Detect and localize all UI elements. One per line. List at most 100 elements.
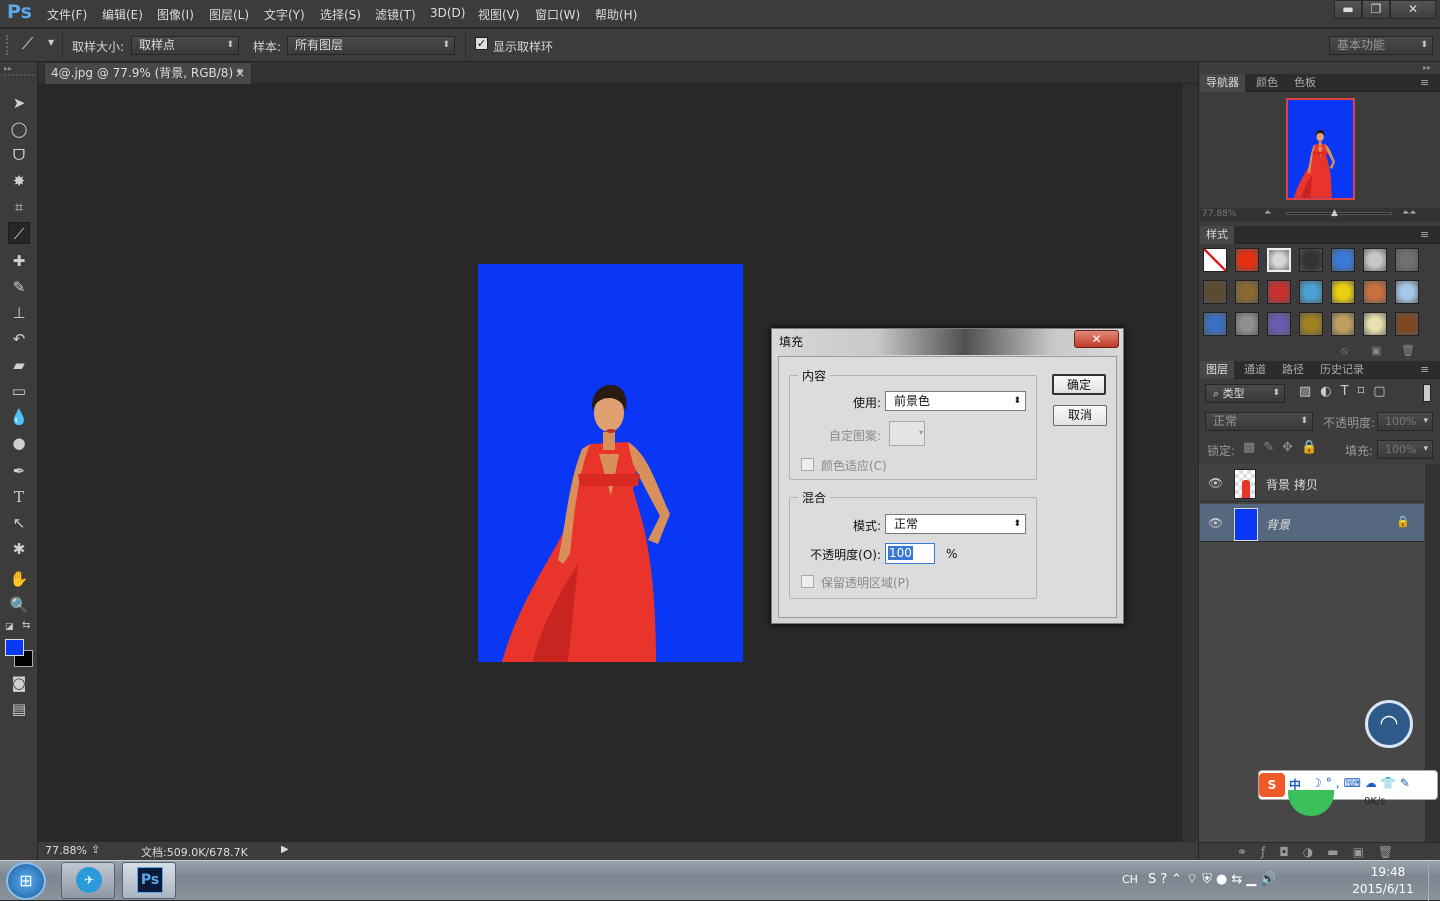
quick-mask-icon[interactable]: ◙ <box>8 672 30 694</box>
blur-tool-icon[interactable]: 💧 <box>8 406 30 428</box>
style-swatch[interactable] <box>1267 280 1291 304</box>
menu-edit[interactable]: 编辑(E) <box>102 6 143 23</box>
ime-toolbar[interactable]: S 中 ☽°,⌨☁👕✎ <box>1258 770 1438 800</box>
delete-style-icon[interactable]: 🗑 <box>1401 344 1415 357</box>
ok-button[interactable]: 确定 <box>1052 374 1106 395</box>
style-swatch[interactable] <box>1331 248 1355 272</box>
style-swatch[interactable] <box>1299 280 1323 304</box>
tab-color[interactable]: 颜色 <box>1250 74 1284 92</box>
menu-layer[interactable]: 图层(L) <box>209 6 249 23</box>
menu-filter[interactable]: 滤镜(T) <box>375 6 416 23</box>
tab-paths[interactable]: 路径 <box>1276 361 1310 379</box>
fill-input[interactable]: 100% ▾ <box>1377 440 1433 459</box>
style-swatch[interactable] <box>1331 280 1355 304</box>
wifi-assistant-icon[interactable]: ◠ <box>1365 700 1413 748</box>
tab-channels[interactable]: 通道 <box>1238 361 1272 379</box>
color-adapt-checkbox[interactable] <box>801 458 814 471</box>
minimize-button[interactable]: ▬ <box>1334 0 1362 19</box>
menu-view[interactable]: 视图(V) <box>478 6 520 23</box>
eyedropper-preset-icon[interactable]: ⟋ <box>22 34 33 54</box>
style-swatch[interactable] <box>1235 280 1259 304</box>
sample-size-select[interactable]: 取样点 ⬍ <box>131 36 239 55</box>
taskbar-photoshop[interactable]: Ps <box>122 862 176 899</box>
gradient-tool-icon[interactable]: ▭ <box>8 380 30 402</box>
collapse-icon[interactable]: ▸▸ <box>4 64 12 73</box>
style-swatch[interactable] <box>1395 312 1419 336</box>
layer-filter-select[interactable]: ⌕ 类型 ⬍ <box>1205 384 1285 403</box>
style-swatch[interactable] <box>1299 248 1323 272</box>
menu-select[interactable]: 选择(S) <box>320 6 361 23</box>
style-swatch[interactable] <box>1267 312 1291 336</box>
clock-date[interactable]: 2015/6/11 <box>1348 882 1418 896</box>
marquee-tool-icon[interactable]: ◯ <box>8 118 30 140</box>
layer-row[interactable]: 👁 背景 拷贝 <box>1200 464 1424 502</box>
hand-tool-icon[interactable]: ✋ <box>8 568 30 590</box>
taskbar-browser[interactable]: ✈ <box>61 862 115 899</box>
dodge-tool-icon[interactable]: ● <box>8 432 30 454</box>
language-indicator[interactable]: CH <box>1122 873 1142 886</box>
menu-file[interactable]: 文件(F) <box>47 6 87 23</box>
menu-image[interactable]: 图像(I) <box>157 6 194 23</box>
tab-styles[interactable]: 样式 <box>1200 226 1234 244</box>
close-window-button[interactable]: ✕ <box>1390 0 1436 19</box>
panel-menu-icon[interactable]: ≡ <box>1414 361 1435 379</box>
zoom-in-icon[interactable]: ⏶⏶ <box>1402 208 1416 218</box>
export-icon[interactable]: ⇪ <box>91 843 100 856</box>
layer-name[interactable]: 背景 拷贝 <box>1266 476 1318 493</box>
style-swatch[interactable] <box>1203 312 1227 336</box>
magic-wand-tool-icon[interactable]: ✸ <box>8 170 30 192</box>
layer-name[interactable]: 背景 <box>1266 516 1290 533</box>
ime-tool-icons[interactable]: ☽°,⌨☁👕✎ <box>1311 776 1414 790</box>
zoom-level[interactable]: 77.88% <box>45 844 87 857</box>
eraser-tool-icon[interactable]: ▰ <box>8 354 30 376</box>
move-tool-icon[interactable]: ➤ <box>8 92 30 114</box>
eye-icon[interactable]: 👁 <box>1208 516 1223 530</box>
dialog-close-button[interactable]: ✕ <box>1074 330 1119 348</box>
style-swatch[interactable] <box>1235 312 1259 336</box>
panel-menu-icon[interactable]: ≡ <box>1414 74 1435 92</box>
layer-filter-icons[interactable]: ▨◐T⌑▢ <box>1299 384 1395 399</box>
use-select[interactable]: 前景色 ⬍ <box>885 391 1026 411</box>
document-tab[interactable]: 4@.jpg @ 77.9% (背景, RGB/8) * × <box>44 62 252 84</box>
lock-icons[interactable]: ▩✎✥🔒 <box>1243 440 1325 455</box>
preset-dropdown-icon[interactable]: ▼ <box>48 38 54 47</box>
eyedropper-tool-icon[interactable]: ⟋ <box>8 222 30 244</box>
brush-tool-icon[interactable]: ✎ <box>8 276 30 298</box>
clear-style-icon[interactable]: ⦸ <box>1341 344 1348 358</box>
filter-toggle[interactable] <box>1423 384 1431 402</box>
clone-stamp-tool-icon[interactable]: ⊥ <box>8 302 30 324</box>
style-swatch[interactable] <box>1395 280 1419 304</box>
navigator-thumbnail[interactable] <box>1286 98 1355 200</box>
start-button[interactable]: ⊞ <box>6 862 46 900</box>
show-desktop-button[interactable] <box>1428 861 1440 901</box>
style-swatch[interactable] <box>1203 280 1227 304</box>
style-swatch[interactable] <box>1203 248 1227 272</box>
style-swatch[interactable] <box>1363 280 1387 304</box>
menu-help[interactable]: 帮助(H) <box>595 6 637 23</box>
document-image[interactable] <box>478 264 743 662</box>
style-swatch[interactable] <box>1235 248 1259 272</box>
history-brush-tool-icon[interactable]: ↶ <box>8 328 30 350</box>
panel-menu-icon[interactable]: ≡ <box>1414 226 1435 244</box>
clock-time[interactable]: 19:48 <box>1358 865 1418 879</box>
layer-opacity-input[interactable]: 100% ▾ <box>1377 412 1433 431</box>
style-swatch[interactable] <box>1395 248 1419 272</box>
sample-select[interactable]: 所有图层 ⬍ <box>287 36 455 55</box>
dialog-title-bar[interactable]: 填充 <box>772 329 1123 355</box>
crop-tool-icon[interactable]: ⌗ <box>8 196 30 218</box>
tab-navigator[interactable]: 导航器 <box>1200 74 1245 92</box>
new-style-icon[interactable]: ▣ <box>1371 344 1381 357</box>
custom-shape-tool-icon[interactable]: ✱ <box>8 538 30 560</box>
zoom-tool-icon[interactable]: 🔍 <box>8 594 30 616</box>
healing-brush-tool-icon[interactable]: ✚ <box>8 250 30 272</box>
screen-mode-icon[interactable]: ▤ <box>8 698 30 720</box>
zoom-out-icon[interactable]: ⏶ <box>1264 208 1271 218</box>
tab-layers[interactable]: 图层 <box>1200 361 1234 379</box>
style-swatch[interactable] <box>1331 312 1355 336</box>
lasso-tool-icon[interactable]: ᗜ <box>8 144 30 166</box>
preserve-transparency-checkbox[interactable] <box>801 575 814 588</box>
show-ring-checkbox[interactable]: ✓ <box>475 37 488 50</box>
status-menu-arrow-icon[interactable]: ▶ <box>281 844 289 855</box>
style-swatch[interactable] <box>1267 248 1291 272</box>
zoom-slider-handle[interactable]: ▲ <box>1331 208 1338 218</box>
